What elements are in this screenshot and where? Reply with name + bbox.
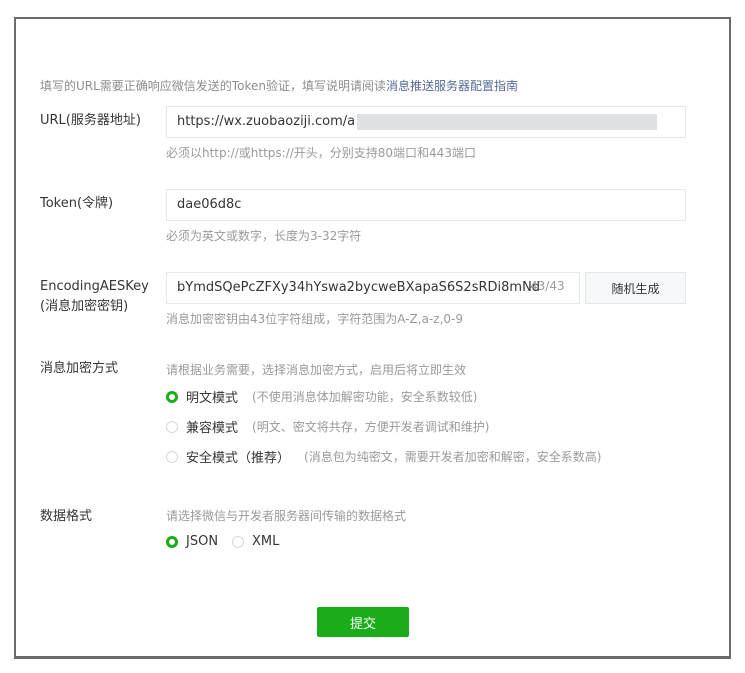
- radio-selected-icon[interactable]: [166, 390, 178, 403]
- token-label: Token(令牌): [40, 196, 114, 211]
- encryption-option-secure[interactable]: 安全模式（推荐） (消息包为纯密文，需要开发者加密和解密，安全系数高): [166, 447, 601, 466]
- option-label: JSON: [186, 534, 219, 549]
- url-hint: 必须以http://或https://开头，分别支持80端口和443端口: [166, 146, 476, 160]
- option-label: 兼容模式: [186, 421, 239, 436]
- format-option-xml[interactable]: XML: [232, 534, 279, 549]
- encryption-label: 消息加密方式: [40, 361, 119, 376]
- format-label: 数据格式: [40, 509, 93, 524]
- url-label: URL(服务器地址): [40, 113, 141, 128]
- option-desc: (消息包为纯密文，需要开发者加密和解密，安全系数高): [304, 450, 602, 464]
- generate-key-button[interactable]: 随机生成: [585, 272, 686, 304]
- submit-button[interactable]: 提交: [317, 607, 409, 637]
- format-option-json[interactable]: JSON: [166, 534, 218, 549]
- option-label: 明文模式: [186, 391, 239, 406]
- url-redacted: [357, 113, 658, 130]
- token-hint: 必须为英文或数字，长度为3-32字符: [166, 229, 362, 243]
- token-input[interactable]: dae06d8c: [166, 189, 686, 221]
- aeskey-hint: 消息加密密钥由43位字符组成，字符范围为A-Z,a-z,0-9: [166, 312, 463, 326]
- encryption-option-compatible[interactable]: 兼容模式 (明文、密文将共存，方便开发者调试和维护): [166, 417, 489, 436]
- intro-text: 填写的URL需要正确响应微信发送的Token验证，填写说明请阅读消息推送服务器配…: [40, 77, 518, 94]
- guide-link[interactable]: 消息推送服务器配置指南: [386, 79, 518, 93]
- option-label: XML: [252, 534, 280, 549]
- aeskey-counter: 43/43: [530, 279, 565, 293]
- radio-unselected-icon[interactable]: [166, 450, 178, 463]
- option-label: 安全模式（推荐）: [186, 451, 291, 466]
- radio-unselected-icon[interactable]: [232, 535, 244, 548]
- aeskey-input[interactable]: bYmdSQePcZFXy34hYswa2bycweBXapaS6S2sRDi8…: [166, 272, 580, 304]
- aeskey-label-line1: EncodingAESKey: [40, 279, 149, 294]
- option-desc: (明文、密文将共存，方便开发者调试和维护): [252, 420, 490, 434]
- intro-description: 填写的URL需要正确响应微信发送的Token验证，填写说明请阅读: [40, 79, 386, 93]
- radio-selected-icon[interactable]: [166, 535, 178, 548]
- config-panel: 填写的URL需要正确响应微信发送的Token验证，填写说明请阅读消息推送服务器配…: [14, 17, 731, 659]
- encryption-option-plaintext[interactable]: 明文模式 (不使用消息体加解密功能，安全系数较低): [166, 387, 477, 406]
- encryption-hint: 请根据业务需要，选择消息加密方式，启用后将立即生效: [166, 363, 467, 377]
- url-value: https://wx.zuobaoziji.com/a: [177, 114, 356, 129]
- url-input[interactable]: https://wx.zuobaoziji.com/a: [166, 106, 686, 138]
- option-desc: (不使用消息体加解密功能，安全系数较低): [252, 390, 478, 404]
- aeskey-label-line2: (消息加密密钥): [40, 299, 129, 314]
- radio-unselected-icon[interactable]: [166, 420, 178, 433]
- format-hint: 请选择微信与开发者服务器间传输的数据格式: [166, 509, 407, 523]
